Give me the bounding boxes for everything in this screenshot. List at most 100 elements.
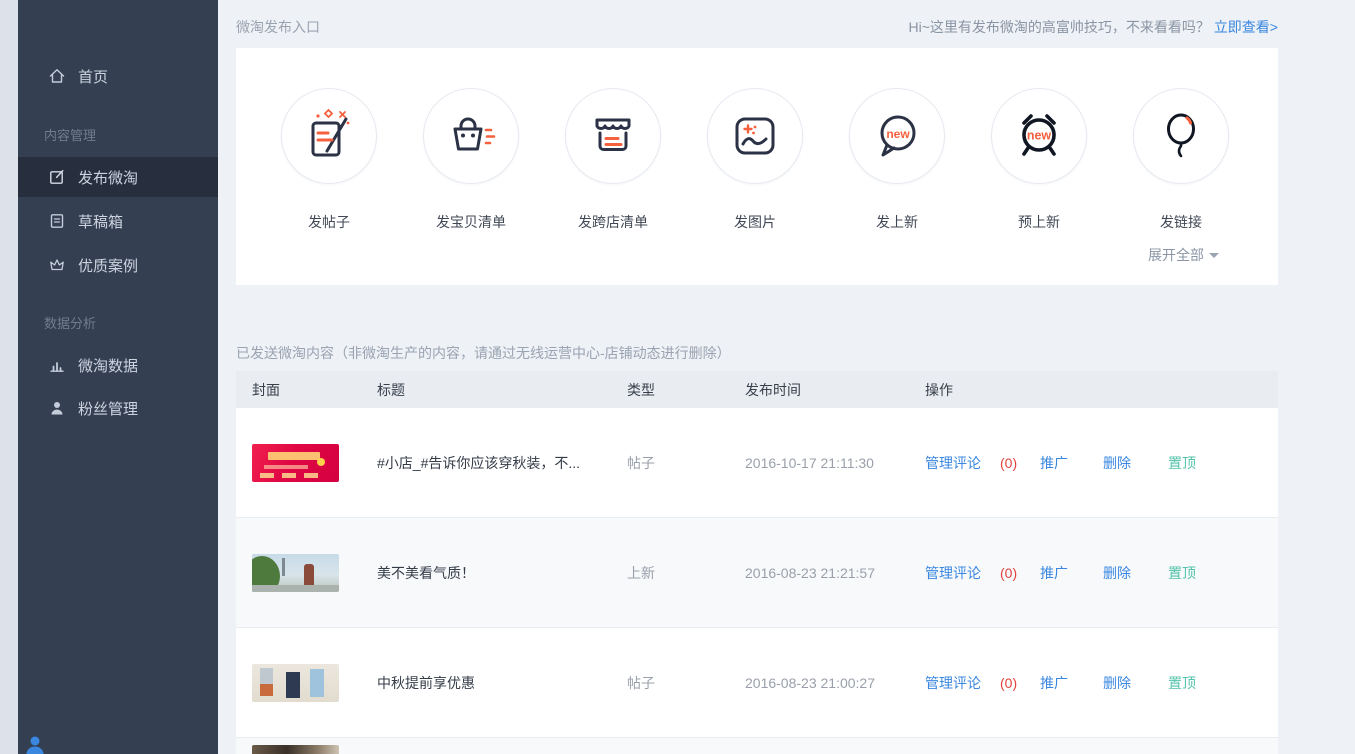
promo-banner: Hi~这里有发布微淘的高富帅技巧，不来看看吗？ 立即查看> (909, 17, 1278, 37)
cross-store-icon (585, 108, 641, 164)
delete-link[interactable]: 删除 (1103, 673, 1131, 693)
sidebar-item-weitao-data[interactable]: 微淘数据 (18, 345, 218, 385)
entry-circle (1133, 88, 1229, 184)
col-header-type: 类型 (627, 380, 655, 400)
row-time: 2016-10-17 21:11:30 (745, 455, 874, 471)
comment-count: (0) (1000, 565, 1017, 581)
entry-item-list[interactable]: 发宝贝清单 (400, 88, 542, 232)
row-thumbnail[interactable] (252, 444, 339, 482)
promote-link[interactable]: 推广 (1040, 453, 1068, 473)
col-header-ops: 操作 (925, 380, 953, 400)
entry-label: 发宝贝清单 (436, 212, 506, 232)
row-thumbnail[interactable] (252, 745, 339, 754)
left-rail (0, 0, 18, 754)
publish-entries-card: 发帖子 发宝贝清单 发跨店清 (236, 48, 1278, 285)
sidebar-item-publish[interactable]: 发布微淘 (18, 157, 218, 197)
entry-circle (281, 88, 377, 184)
entry-label: 发帖子 (308, 212, 350, 232)
entry-label: 发链接 (1160, 212, 1202, 232)
entry-circle (565, 88, 661, 184)
sidebar: 首页 内容管理 发布微淘 草稿箱 优质案例 数据分析 微淘数据 (18, 0, 218, 754)
sidebar-item-drafts[interactable]: 草稿箱 (18, 201, 218, 241)
table-row: 中秋提前享优惠 帖子 2016-08-23 21:00:27 管理评论 (0) … (236, 628, 1278, 738)
entry-link[interactable]: 发链接 (1110, 88, 1252, 232)
table-header: 封面 标题 类型 发布时间 操作 (236, 371, 1278, 408)
sidebar-item-cases[interactable]: 优质案例 (18, 245, 218, 285)
entry-image[interactable]: 发图片 (684, 88, 826, 232)
row-type: 帖子 (627, 673, 655, 693)
table-row: #小店_#告诉你应该穿秋装，不... 帖子 2016-10-17 21:11:3… (236, 408, 1278, 518)
sidebar-item-label: 首页 (78, 66, 108, 87)
sidebar-item-home[interactable]: 首页 (18, 56, 218, 96)
link-icon (1153, 108, 1209, 164)
manage-comments-link[interactable]: 管理评论 (925, 453, 981, 473)
sidebar-item-label: 优质案例 (78, 255, 138, 276)
row-type: 上新 (627, 563, 655, 583)
item-list-icon (443, 108, 499, 164)
draft-icon (48, 212, 66, 230)
pin-to-top-link[interactable]: 置顶 (1168, 563, 1196, 583)
comment-count: (0) (1000, 675, 1017, 691)
sidebar-item-label: 草稿箱 (78, 211, 123, 232)
promote-link[interactable]: 推广 (1040, 563, 1068, 583)
delete-link[interactable]: 删除 (1103, 563, 1131, 583)
image-icon (727, 108, 783, 164)
entry-circle: new (991, 88, 1087, 184)
row-type: 帖子 (627, 453, 655, 473)
promo-view-now-link[interactable]: 立即查看> (1214, 19, 1278, 35)
entry-label: 发上新 (876, 212, 918, 232)
manage-comments-link[interactable]: 管理评论 (925, 563, 981, 583)
new-arrival-icon: new (869, 108, 925, 164)
row-time: 2016-08-23 21:21:57 (745, 565, 875, 581)
sent-content-table: 封面 标题 类型 发布时间 操作 #小店_#告诉你应该穿秋装，不... 帖子 2… (236, 371, 1278, 754)
pre-new-icon: new (1011, 108, 1067, 164)
sidebar-section-data: 数据分析 (18, 312, 218, 332)
entry-circle (707, 88, 803, 184)
entry-label: 预上新 (1018, 212, 1060, 232)
table-row: 美不美看气质！ 上新 2016-08-23 21:21:57 管理评论 (0) … (236, 518, 1278, 628)
delete-link[interactable]: 删除 (1103, 453, 1131, 473)
bar-chart-icon (48, 356, 66, 374)
entry-circle: new (849, 88, 945, 184)
row-title[interactable]: 美不美看气质！ (377, 563, 475, 583)
sent-content-title: 已发送微淘内容（非微淘生产的内容，请通过无线运营中心-店铺动态进行删除） (236, 343, 731, 363)
sidebar-item-fans[interactable]: 粉丝管理 (18, 388, 218, 428)
comment-count: (0) (1000, 455, 1017, 471)
manage-comments-link[interactable]: 管理评论 (925, 673, 981, 693)
entry-post[interactable]: 发帖子 (258, 88, 400, 232)
entry-cross-store[interactable]: 发跨店清单 (542, 88, 684, 232)
fans-icon (48, 399, 66, 417)
row-time: 2016-08-23 21:00:27 (745, 675, 875, 691)
compose-icon (48, 168, 66, 186)
sidebar-section-content: 内容管理 (18, 124, 218, 144)
sidebar-item-label: 粉丝管理 (78, 398, 138, 419)
promo-text: Hi~这里有发布微淘的高富帅技巧，不来看看吗？ (909, 19, 1214, 35)
row-title[interactable]: #小店_#告诉你应该穿秋装，不... (377, 453, 580, 473)
svg-text:new: new (1027, 129, 1052, 143)
svg-text:new: new (886, 127, 910, 141)
user-avatar-icon[interactable] (24, 734, 46, 754)
publish-entries-row: 发帖子 发宝贝清单 发跨店清 (258, 88, 1278, 232)
row-title[interactable]: 中秋提前享优惠 (377, 673, 475, 693)
row-thumbnail[interactable] (252, 664, 339, 702)
col-header-cover: 封面 (252, 380, 280, 400)
promote-link[interactable]: 推广 (1040, 673, 1068, 693)
page-title: 微淘发布入口 (236, 17, 320, 37)
table-row-partial (236, 738, 1278, 754)
chevron-down-icon (1209, 253, 1219, 258)
expand-all-button[interactable]: 展开全部 (1148, 245, 1219, 265)
row-thumbnail[interactable] (252, 554, 339, 592)
sidebar-item-label: 微淘数据 (78, 355, 138, 376)
entry-pre-new[interactable]: new 预上新 (968, 88, 1110, 232)
post-icon (301, 108, 357, 164)
entry-label: 发跨店清单 (578, 212, 648, 232)
entry-label: 发图片 (734, 212, 776, 232)
pin-to-top-link[interactable]: 置顶 (1168, 673, 1196, 693)
crown-icon (48, 256, 66, 274)
home-icon (48, 67, 66, 85)
col-header-time: 发布时间 (745, 380, 801, 400)
entry-new-arrival[interactable]: new 发上新 (826, 88, 968, 232)
entry-circle (423, 88, 519, 184)
sidebar-item-label: 发布微淘 (78, 167, 138, 188)
pin-to-top-link[interactable]: 置顶 (1168, 453, 1196, 473)
